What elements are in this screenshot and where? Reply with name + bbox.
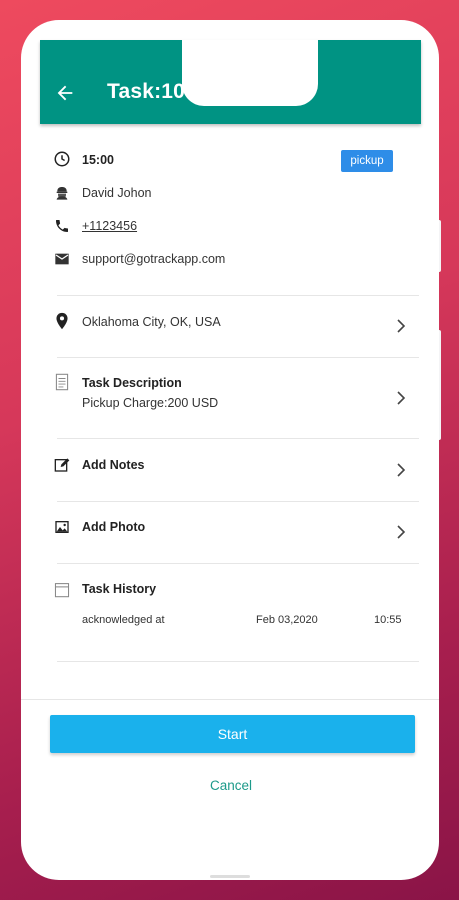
history-date: Feb 03,2020 <box>256 614 318 626</box>
phone-icon <box>53 217 71 235</box>
add-notes-label: Add Notes <box>82 458 145 472</box>
address-text: Oklahoma City, OK, USA <box>82 315 221 329</box>
notch <box>182 40 318 106</box>
email-icon <box>53 250 71 268</box>
chevron-right-icon[interactable] <box>395 319 407 333</box>
clock-icon <box>53 150 71 168</box>
task-time: 15:00 <box>82 153 114 167</box>
divider <box>57 357 419 358</box>
phone-row <box>53 217 71 235</box>
start-button[interactable]: Start <box>50 715 415 753</box>
chevron-right-icon[interactable] <box>395 463 407 477</box>
add-notes-row[interactable] <box>53 456 71 474</box>
customer-name: David Johon <box>82 186 152 200</box>
add-photo-row[interactable] <box>53 518 71 536</box>
email-address: support@gotrackapp.com <box>82 252 226 266</box>
task-history-label: Task History <box>82 582 157 596</box>
location-row[interactable] <box>53 312 71 330</box>
phone-link[interactable]: +1123456 <box>82 219 137 233</box>
cancel-button[interactable]: Cancel <box>181 778 281 798</box>
back-arrow-icon[interactable] <box>54 82 76 104</box>
document-icon <box>53 373 71 391</box>
task-description-row[interactable] <box>53 373 71 391</box>
task-history-row <box>53 580 71 598</box>
user-icon <box>53 184 71 202</box>
divider <box>21 699 439 700</box>
image-icon <box>53 518 71 536</box>
divider <box>57 438 419 439</box>
chevron-right-icon[interactable] <box>395 391 407 405</box>
task-description-value: Pickup Charge:200 USD <box>82 396 219 410</box>
home-indicator <box>210 875 250 878</box>
calendar-icon <box>53 580 71 598</box>
add-photo-label: Add Photo <box>82 520 146 534</box>
time-row <box>53 150 71 168</box>
divider <box>57 661 419 662</box>
task-type-badge: pickup <box>341 150 393 172</box>
app-bar: Task:103876 <box>40 40 421 124</box>
divider <box>57 501 419 502</box>
divider <box>57 295 419 296</box>
history-event: acknowledged at <box>82 614 165 626</box>
email-row <box>53 250 71 268</box>
customer-row <box>53 184 71 202</box>
chevron-right-icon[interactable] <box>395 525 407 539</box>
edit-note-icon <box>53 456 71 474</box>
divider <box>57 563 419 564</box>
history-time: 10:55 <box>374 614 402 626</box>
phone-screen: Task:103876 15:00 pickup David Johon +11… <box>21 20 439 880</box>
task-description-label: Task Description <box>82 376 182 390</box>
location-pin-icon <box>53 312 71 330</box>
